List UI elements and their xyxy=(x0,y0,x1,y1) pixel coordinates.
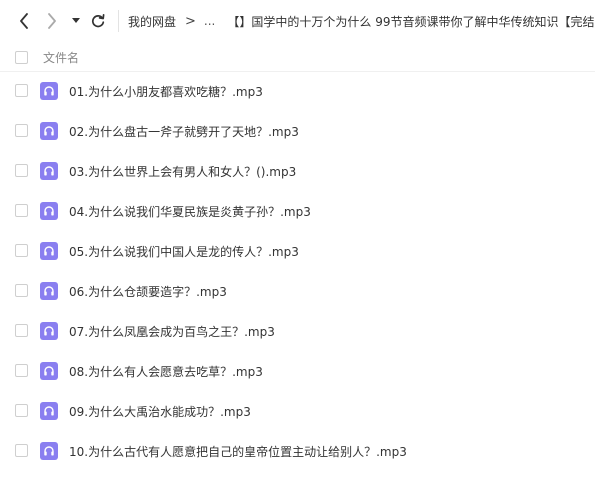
toolbar-divider xyxy=(118,10,119,32)
file-name[interactable]: 02.为什么盘古一斧子就劈开了天地？.mp3 xyxy=(69,123,299,140)
toolbar: 我的网盘 > ... 【】国学中的十万个为什么 99节音频课带你了解中华传统知识… xyxy=(0,0,595,42)
row-checkbox[interactable] xyxy=(15,284,28,297)
audio-file-icon xyxy=(40,122,58,140)
caret-down-icon[interactable] xyxy=(68,6,84,36)
row-checkbox[interactable] xyxy=(15,404,28,417)
select-all-checkbox[interactable] xyxy=(15,51,28,64)
row-checkbox[interactable] xyxy=(15,444,28,457)
breadcrumb-current: 【】国学中的十万个为什么 99节音频课带你了解中华传统知识【完结】 xyxy=(227,14,595,29)
audio-file-icon xyxy=(40,362,58,380)
forward-icon[interactable] xyxy=(42,6,62,36)
file-name[interactable]: 05.为什么说我们中国人是龙的传人？.mp3 xyxy=(69,243,299,260)
file-name[interactable]: 10.为什么古代有人愿意把自己的皇帝位置主动让给别人？.mp3 xyxy=(69,443,407,460)
list-item[interactable]: 06.为什么仓颉要造字？.mp3 xyxy=(0,271,595,311)
list-item[interactable]: 08.为什么有人会愿意去吃草？.mp3 xyxy=(0,351,595,391)
list-item[interactable]: 10.为什么古代有人愿意把自己的皇帝位置主动让给别人？.mp3 xyxy=(0,431,595,471)
file-name[interactable]: 03.为什么世界上会有男人和女人？().mp3 xyxy=(69,163,296,180)
audio-file-icon xyxy=(40,442,58,460)
audio-file-icon xyxy=(40,82,58,100)
list-item[interactable]: 02.为什么盘古一斧子就劈开了天地？.mp3 xyxy=(0,111,595,151)
audio-file-icon xyxy=(40,202,58,220)
row-checkbox[interactable] xyxy=(15,324,28,337)
audio-file-icon xyxy=(40,282,58,300)
list-item[interactable]: 09.为什么大禹治水能成功？.mp3 xyxy=(0,391,595,431)
refresh-icon[interactable] xyxy=(88,6,108,36)
column-header-filename[interactable]: 文件名 xyxy=(43,49,79,66)
list-item[interactable]: 01.为什么小朋友都喜欢吃糖？.mp3 xyxy=(0,71,595,111)
breadcrumb-root[interactable]: 我的网盘 xyxy=(128,13,176,30)
row-checkbox[interactable] xyxy=(15,164,28,177)
audio-file-icon xyxy=(40,322,58,340)
list-item[interactable]: 07.为什么凤凰会成为百鸟之王？.mp3 xyxy=(0,311,595,351)
file-name[interactable]: 09.为什么大禹治水能成功？.mp3 xyxy=(69,403,251,420)
row-checkbox[interactable] xyxy=(15,244,28,257)
list-header: 文件名 xyxy=(0,42,595,72)
back-icon[interactable] xyxy=(14,6,34,36)
audio-file-icon xyxy=(40,402,58,420)
row-checkbox[interactable] xyxy=(15,364,28,377)
audio-file-icon xyxy=(40,242,58,260)
breadcrumb: 我的网盘 > ... 【】国学中的十万个为什么 99节音频课带你了解中华传统知识… xyxy=(128,0,595,42)
breadcrumb-ellipsis[interactable]: ... xyxy=(204,14,215,28)
list-item[interactable]: 04.为什么说我们华夏民族是炎黄子孙？.mp3 xyxy=(0,191,595,231)
list-item[interactable]: 03.为什么世界上会有男人和女人？().mp3 xyxy=(0,151,595,191)
file-name[interactable]: 07.为什么凤凰会成为百鸟之王？.mp3 xyxy=(69,323,275,340)
row-checkbox[interactable] xyxy=(15,84,28,97)
list-item[interactable]: 05.为什么说我们中国人是龙的传人？.mp3 xyxy=(0,231,595,271)
row-checkbox[interactable] xyxy=(15,124,28,137)
row-checkbox[interactable] xyxy=(15,204,28,217)
file-name[interactable]: 06.为什么仓颉要造字？.mp3 xyxy=(69,283,227,300)
file-name[interactable]: 08.为什么有人会愿意去吃草？.mp3 xyxy=(69,363,263,380)
breadcrumb-separator: > xyxy=(185,13,196,29)
audio-file-icon xyxy=(40,162,58,180)
file-name[interactable]: 04.为什么说我们华夏民族是炎黄子孙？.mp3 xyxy=(69,203,311,220)
file-name[interactable]: 01.为什么小朋友都喜欢吃糖？.mp3 xyxy=(69,83,263,100)
